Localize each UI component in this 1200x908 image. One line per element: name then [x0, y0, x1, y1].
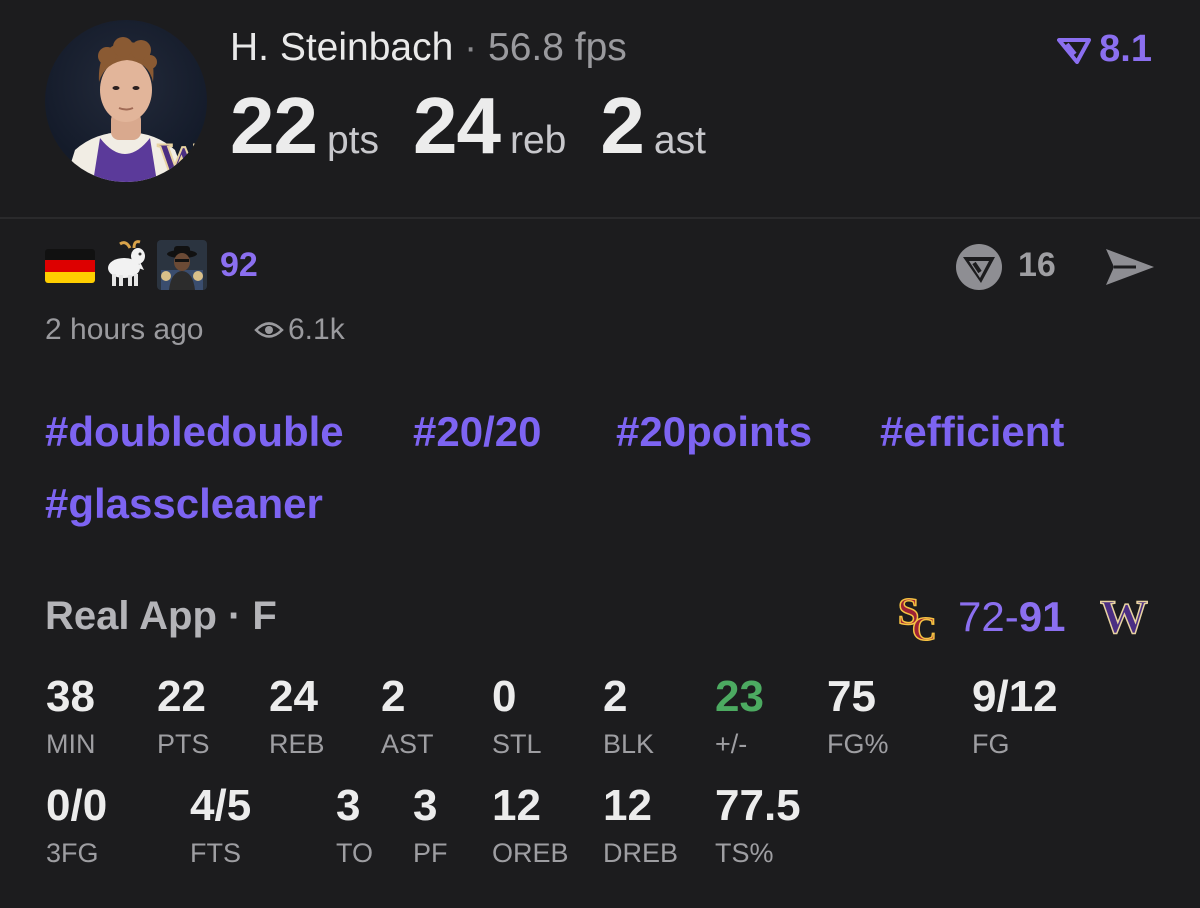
stat-pf-label: PF [413, 838, 448, 868]
hashtag-efficient[interactable]: #efficient [880, 408, 1064, 456]
player-header: H. Steinbach · 56.8 fps [230, 26, 627, 70]
player-avatar[interactable]: W [45, 20, 207, 182]
score-away: 72 [958, 593, 1005, 640]
send-icon[interactable] [1102, 243, 1158, 291]
score-dash: - [1004, 593, 1019, 640]
header-divider [0, 217, 1200, 219]
headline-assists-value: 2 [600, 81, 644, 170]
rating-logo-icon [1057, 37, 1092, 64]
stat-stl-label: STL [492, 729, 542, 759]
rating-value: 8.1 [1099, 28, 1152, 70]
stat-blk-value: 2 [603, 672, 628, 721]
stat-ts-pct-label: TS% [715, 838, 774, 868]
hashtag-glasscleaner[interactable]: #glasscleaner [45, 480, 323, 528]
goat-icon[interactable] [100, 238, 152, 290]
stat-3fg-value: 0/0 [46, 781, 108, 830]
player-rating[interactable]: 8.1 [1057, 28, 1152, 71]
svg-text:W: W [157, 134, 205, 182]
fps-value: 56.8 fps [488, 26, 627, 69]
headline-stats: 22 pts 24 reb 2 ast [230, 80, 740, 172]
uw-logo-icon[interactable]: W [1100, 595, 1156, 639]
vote-icon[interactable] [953, 241, 1005, 293]
eye-icon [254, 322, 284, 338]
hashtag-20-20[interactable]: #20/20 [413, 408, 541, 456]
player-name[interactable]: H. Steinbach [230, 26, 453, 69]
score-home: 91 [1018, 593, 1066, 640]
usc-logo-icon[interactable]: S C [898, 590, 942, 642]
game-source-label: Real App · F [45, 594, 277, 638]
headline-rebounds-unit: reb [510, 119, 567, 162]
headline-assists-unit: ast [653, 119, 706, 162]
stat-plus-minus-label: +/- [715, 729, 748, 759]
stat-pts-value: 22 [157, 672, 206, 721]
headline-rebounds-value: 24 [413, 81, 501, 170]
stat-ts-pct-value: 77.5 [715, 781, 801, 830]
post-time: 2 hours ago [45, 313, 204, 346]
stat-to-value: 3 [336, 781, 361, 830]
vote-count: 16 [1018, 246, 1056, 284]
headline-points-value: 22 [230, 81, 318, 170]
view-count: 6.1k [288, 313, 345, 346]
stat-fts-label: FTS [190, 838, 241, 868]
germany-flag-icon[interactable] [45, 249, 95, 283]
stat-stl-value: 0 [492, 672, 517, 721]
stat-oreb-label: OREB [492, 838, 569, 868]
stat-fg-value: 9/12 [972, 672, 1058, 721]
stat-dreb-label: DREB [603, 838, 679, 868]
stat-min-label: MIN [46, 729, 96, 759]
meme-icon[interactable] [157, 240, 207, 290]
stat-oreb-value: 12 [492, 781, 541, 830]
stat-fts-value: 4/5 [190, 781, 252, 830]
svg-text:C: C [912, 611, 937, 642]
stat-dreb-value: 12 [603, 781, 652, 830]
stat-plus-minus-value: 23 [715, 672, 764, 721]
stat-ast-label: AST [381, 729, 434, 759]
headline-points-unit: pts [326, 119, 380, 162]
stat-ast-value: 2 [381, 672, 406, 721]
stat-3fg-label: 3FG [46, 838, 99, 868]
stat-fg-pct-value: 75 [827, 672, 876, 721]
stat-fg-label: FG [972, 729, 1010, 759]
name-separator: · [464, 26, 478, 69]
hashtag-20points[interactable]: #20points [616, 408, 812, 456]
reaction-count[interactable]: 92 [220, 246, 258, 285]
stat-pf-value: 3 [413, 781, 438, 830]
stat-reb-value: 24 [269, 672, 318, 721]
svg-text:W: W [1100, 595, 1148, 639]
stat-to-label: TO [336, 838, 374, 868]
game-score[interactable]: 72-91 [958, 593, 1065, 641]
stat-pts-label: PTS [157, 729, 210, 759]
stat-fg-pct-label: FG% [827, 729, 889, 759]
hashtag-doubledouble[interactable]: #doubledouble [45, 408, 344, 456]
stat-blk-label: BLK [603, 729, 655, 759]
stat-reb-label: REB [269, 729, 325, 759]
stat-min-value: 38 [46, 672, 95, 721]
